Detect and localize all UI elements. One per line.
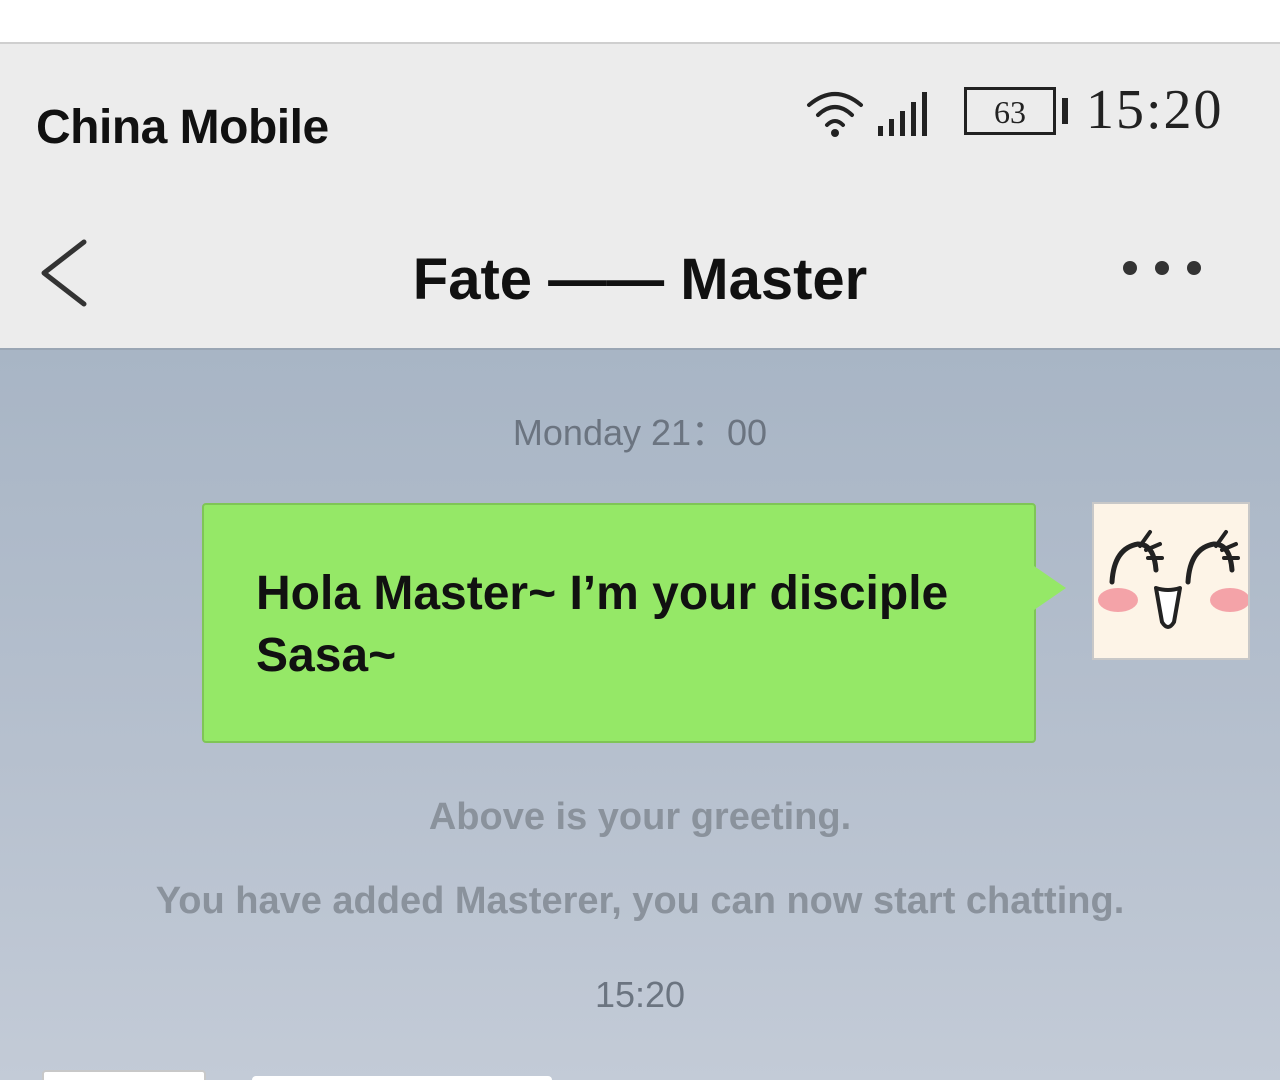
next-message-avatar[interactable] [42, 1070, 206, 1080]
bubble-tail [1034, 566, 1066, 610]
message-timestamp-recent: 15:20 [594, 974, 686, 1015]
signal-icon [878, 92, 927, 136]
back-icon[interactable] [36, 238, 90, 308]
next-message-bubble[interactable] [252, 1076, 552, 1080]
message-timestamp: Monday 21：00 [512, 412, 768, 453]
battery-tip [1062, 98, 1068, 124]
smiley-face-avatar-icon [1098, 530, 1250, 629]
top-strip [0, 0, 1280, 44]
message-bubble[interactable]: Hola Master~ I’m your disciple Sasa~ [202, 503, 1036, 743]
message-text: Hola Master~ I’m your disciple Sasa~ [256, 567, 949, 682]
wifi-icon [807, 92, 863, 137]
carrier-name: China Mobile [36, 101, 329, 154]
user-avatar[interactable] [1092, 502, 1250, 660]
system-message-added: You have added Masterer, you can now sta… [155, 880, 1125, 922]
battery-icon: 63 [964, 87, 1056, 135]
chat-screen: China Mobile 63 15:20 Fate —— Master Mon… [0, 0, 1280, 1080]
more-icon[interactable] [1116, 256, 1216, 280]
status-clock: 15:20 [1086, 79, 1224, 141]
chat-title: Fate —— Master [412, 247, 868, 312]
system-message-greeting: Above is your greeting. [428, 796, 852, 838]
